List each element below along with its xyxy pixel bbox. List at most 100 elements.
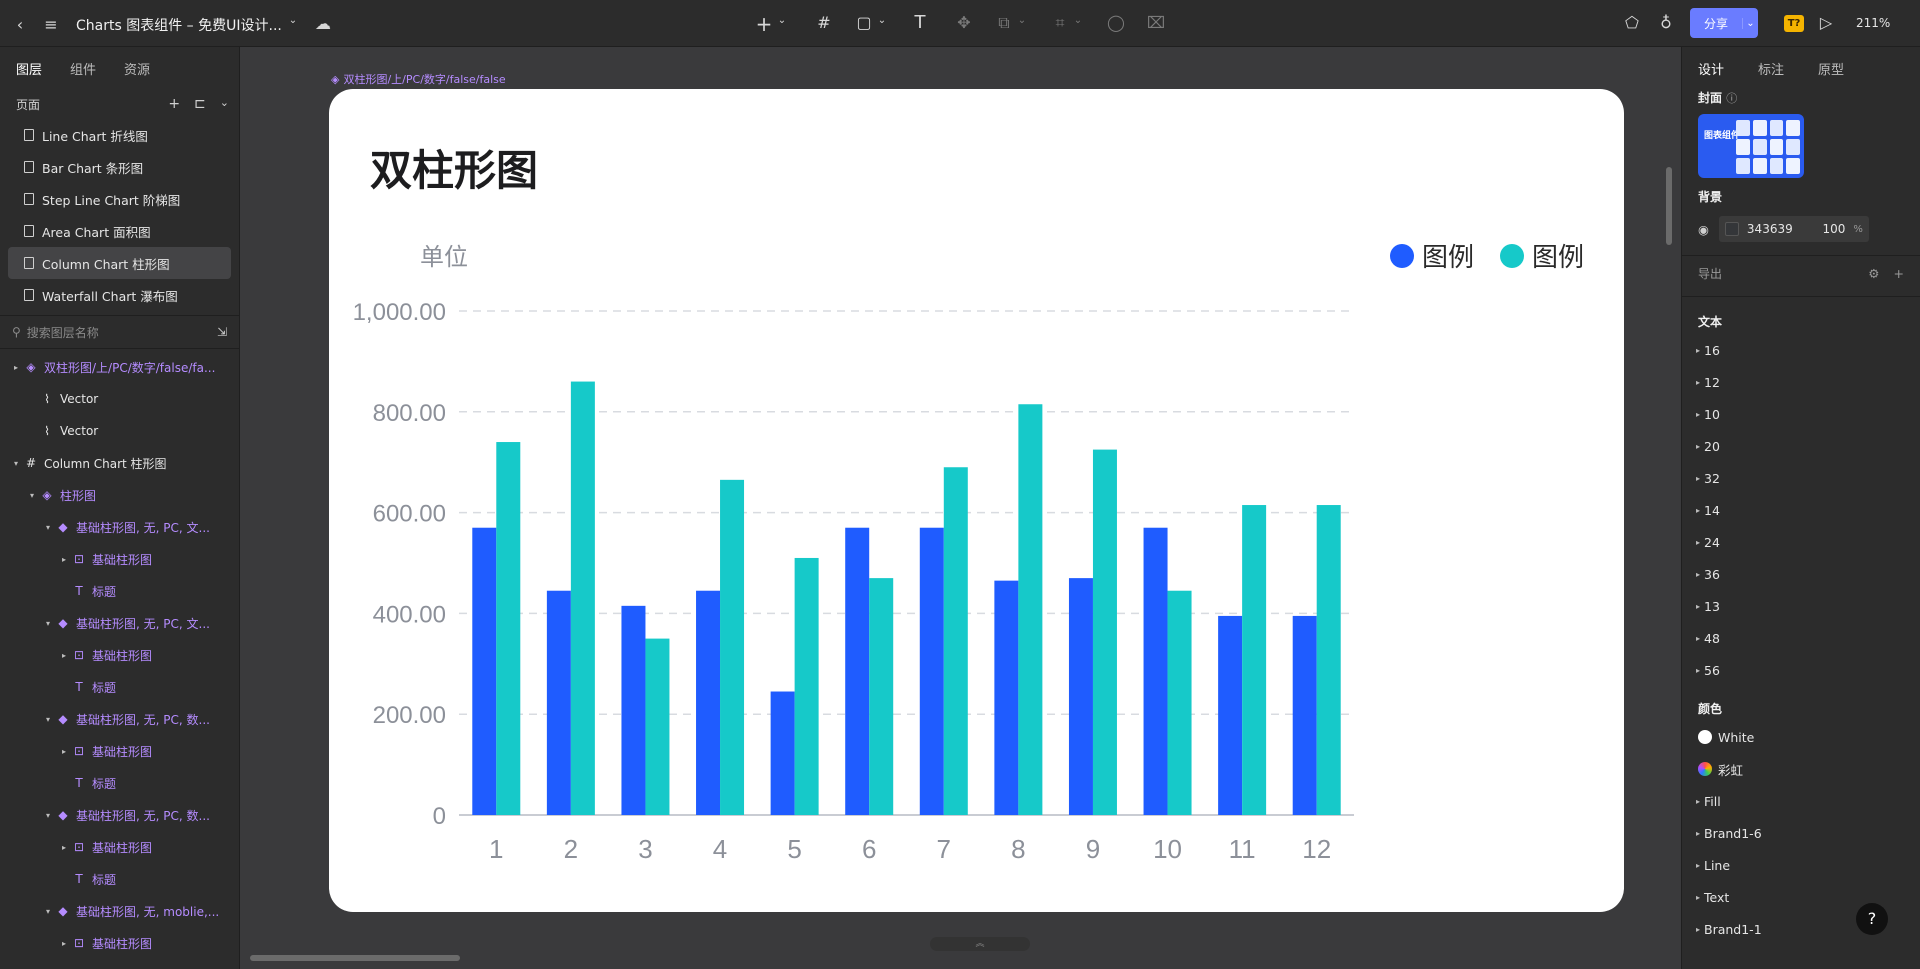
frame-tool-icon[interactable]: # [814,13,834,32]
background-fill-field[interactable]: 343639 100 % [1718,216,1869,242]
cloud-sync-icon[interactable]: ☁ [313,14,333,33]
layer-row[interactable]: ▾ ◆ 基础柱形图, 无, PC, 数... [0,703,239,735]
color-group-item[interactable]: ▸ Brand1-6 [1682,817,1920,849]
layer-row[interactable]: ▾ ◆ 基础柱形图, 无, PC, 文... [0,607,239,639]
expand-caret-icon[interactable]: ▸ [1692,666,1704,675]
expand-caret-icon[interactable]: ▸ [1692,410,1704,419]
color-group-item[interactable]: ▸ Line [1682,849,1920,881]
text-style-item[interactable]: ▸ 20 [1682,430,1920,462]
expand-caret-icon[interactable]: ▸ [1692,474,1704,483]
text-style-item[interactable]: ▸ 32 [1682,462,1920,494]
text-style-item[interactable]: ▸ 56 [1682,654,1920,686]
text-style-item[interactable]: ▸ 36 [1682,558,1920,590]
expand-caret-icon[interactable]: ▸ [1692,346,1704,355]
layer-row[interactable]: ▸ ⊡ 基础柱形图 [0,831,239,863]
cover-thumbnail[interactable]: 图表组件 [1698,114,1804,178]
chevron-down-icon[interactable]: ⌄ [1742,17,1758,29]
settings-icon[interactable]: ⚙ [1868,266,1879,281]
layer-search[interactable]: ⚲ 搜索图层名称 ⇲ [0,315,239,349]
expand-caret-icon[interactable]: ▸ [1692,893,1704,902]
expand-caret-icon[interactable]: ▾ [42,523,54,532]
chevron-down-icon[interactable]: ⌄ [1072,15,1084,26]
expand-caret-icon[interactable]: ▾ [10,459,22,468]
page-item[interactable]: Line Chart 折线图 [8,119,231,151]
share-button[interactable]: 分享 ⌄ [1690,8,1758,38]
chevron-down-icon[interactable]: ⌄ [876,15,888,26]
collapse-toggle[interactable]: ︽ [930,937,1030,951]
ellipse-tool-icon[interactable]: ◯ [1106,13,1126,32]
expand-caret-icon[interactable]: ▸ [1692,442,1704,451]
chevron-down-icon[interactable]: ⌄ [287,15,299,26]
layer-row[interactable]: T 标题 [0,767,239,799]
layer-row[interactable]: ▸ ⊡ 基础柱形图 [0,639,239,671]
text-style-item[interactable]: ▸ 48 [1682,622,1920,654]
tab-layers[interactable]: 图层 [16,59,42,78]
layer-row[interactable]: ▾ ◆ 基础柱形图, 无, PC, 文... [0,511,239,543]
color-style-white[interactable]: White [1682,721,1920,753]
layer-row[interactable]: ▾ # Column Chart 柱形图 [0,447,239,479]
layer-row[interactable]: T 标题 [0,575,239,607]
boolean-tool-icon[interactable]: ⧉ [994,13,1014,33]
expand-caret-icon[interactable]: ▸ [1692,506,1704,515]
play-icon[interactable]: ▷ [1816,13,1836,32]
tab-components[interactable]: 组件 [70,59,96,78]
rectangle-tool-icon[interactable]: ▢ [854,13,874,32]
text-style-item[interactable]: ▸ 14 [1682,494,1920,526]
text-style-item[interactable]: ▸ 10 [1682,398,1920,430]
vertical-scrollbar[interactable] [1666,167,1672,245]
layer-row[interactable]: ▸ ◈ 双柱形图/上/PC/数字/false/fa... [0,351,239,383]
layer-row[interactable]: T 标题 [0,863,239,895]
text-style-item[interactable]: ▸ 12 [1682,366,1920,398]
add-page-icon[interactable]: + [168,96,180,112]
expand-caret-icon[interactable]: ▸ [1692,538,1704,547]
chart-card[interactable]: 双柱形图 单位 图例 图例 0 200.00 400.00 600.00 800.00 1… [329,89,1624,912]
layer-row[interactable]: ▾ ◆ 基础柱形图, 无, PC, 数... [0,799,239,831]
layer-row[interactable]: ⌇ Vector [0,415,239,447]
tab-design[interactable]: 设计 [1698,59,1724,78]
layer-row[interactable]: ▾ ◆ 基础柱形图, 无, moblie,... [0,895,239,927]
expand-caret-icon[interactable]: ▸ [1692,570,1704,579]
tab-prototype[interactable]: 原型 [1818,59,1844,78]
page-item[interactable]: Waterfall Chart 瀑布图 [8,279,231,311]
expand-caret-icon[interactable]: ▸ [58,555,70,564]
expand-caret-icon[interactable]: ▾ [42,907,54,916]
text-style-item[interactable]: ▸ 13 [1682,590,1920,622]
text-tool-icon[interactable]: T [910,12,930,33]
help-button[interactable]: ? [1856,903,1888,935]
back-icon[interactable]: ‹ [12,14,28,34]
expand-caret-icon[interactable]: ▸ [1692,861,1704,870]
layer-row[interactable]: T 标题 [0,671,239,703]
expand-caret-icon[interactable]: ▸ [1692,378,1704,387]
page-item[interactable]: Area Chart 面积图 [8,215,231,247]
layer-row[interactable]: ▸ ⊡ 基础柱形图 [0,543,239,575]
text-style-item[interactable]: ▸ 16 [1682,334,1920,366]
layer-row[interactable]: ▸ ⊡ 基础柱形图 [0,927,239,959]
expand-caret-icon[interactable]: ▾ [42,811,54,820]
collapse-layers-icon[interactable]: ⇲ [217,325,227,339]
expand-caret-icon[interactable]: ▸ [58,651,70,660]
expand-caret-icon[interactable]: ▾ [42,619,54,628]
tab-assets[interactable]: 资源 [124,59,150,78]
menu-icon[interactable]: ≡ [42,14,60,34]
layer-row[interactable]: ▸ ⊡ 基础柱形图 [0,735,239,767]
expand-caret-icon[interactable]: ▾ [26,491,38,500]
folder-icon[interactable]: ⊏ [194,96,206,112]
chevron-down-icon[interactable]: ⌄ [1016,15,1028,26]
info-icon[interactable]: ⓘ [1726,92,1737,105]
expand-caret-icon[interactable]: ▸ [1692,797,1704,806]
plugin-icon[interactable]: ⬠ [1622,13,1642,32]
frame-label[interactable]: ◈ 双柱形图/上/PC/数字/false/false [331,71,506,87]
eye-icon[interactable]: ◉ [1698,222,1709,237]
background-opacity[interactable]: 100 [1823,222,1846,236]
lightbulb-icon[interactable]: ♁ [1656,13,1676,32]
expand-caret-icon[interactable]: ▸ [10,363,22,372]
expand-caret-icon[interactable]: ▸ [1692,634,1704,643]
expand-caret-icon[interactable]: ▸ [1692,829,1704,838]
expand-caret-icon[interactable]: ▸ [1692,925,1704,934]
search-input[interactable]: 搜索图层名称 [27,324,211,341]
expand-caret-icon[interactable]: ▸ [58,843,70,852]
tab-inspect[interactable]: 标注 [1758,59,1784,78]
expand-caret-icon[interactable]: ▸ [1692,602,1704,611]
text-style-item[interactable]: ▸ 24 [1682,526,1920,558]
background-hex[interactable]: 343639 [1747,222,1815,236]
